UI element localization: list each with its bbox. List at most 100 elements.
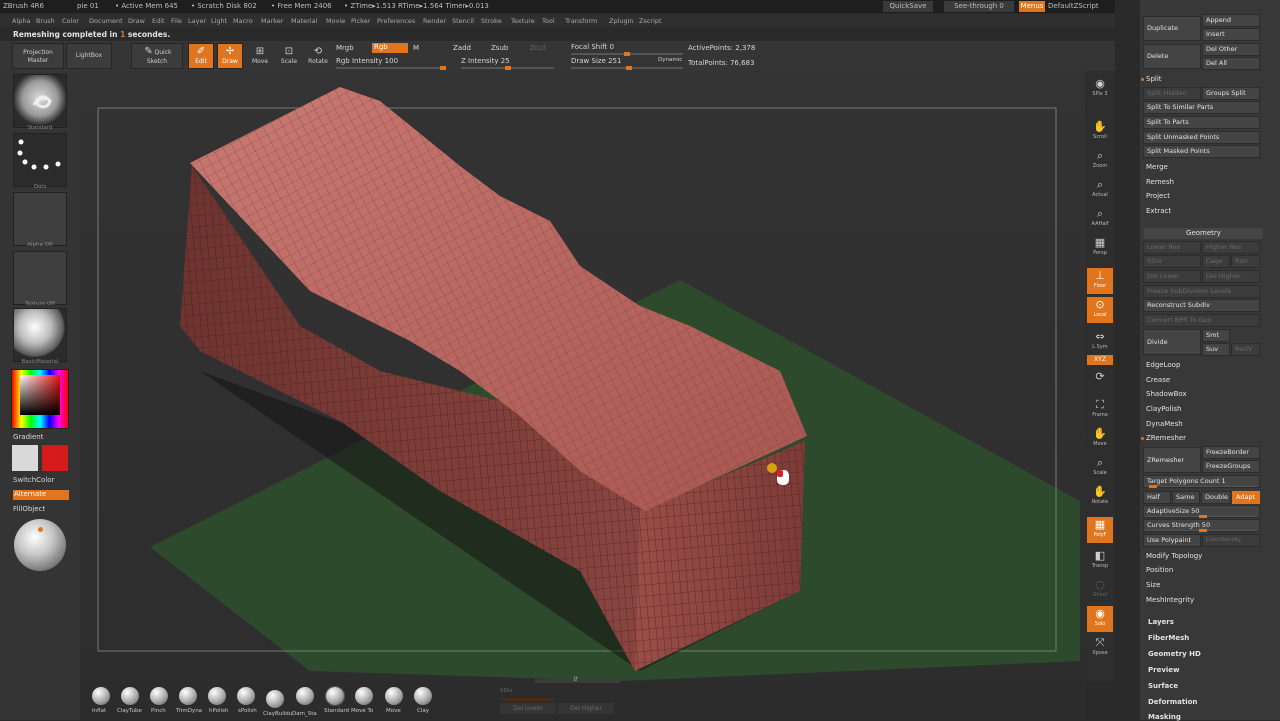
draw-size-slider[interactable]: Draw Size 251 — [571, 57, 621, 65]
groups-split-button[interactable]: Groups Split — [1202, 87, 1260, 100]
stroke-thumbnail[interactable] — [13, 133, 67, 187]
color-density-slider[interactable]: ColorDensity — [1202, 534, 1260, 547]
secondary-color-swatch[interactable] — [42, 445, 68, 471]
del-other-button[interactable]: Del Other — [1202, 43, 1260, 56]
rotate-button[interactable]: ⟲ Rotate — [305, 43, 331, 69]
edgeloop-section[interactable]: EdgeLoop — [1146, 361, 1180, 369]
crease-section[interactable]: Crease — [1146, 376, 1170, 384]
claypolish-section[interactable]: ClayPolish — [1146, 405, 1182, 413]
half-button[interactable]: Half — [1143, 491, 1171, 504]
fill-object-button[interactable]: FillObject — [13, 505, 45, 513]
fibermesh-header[interactable]: FiberMesh — [1148, 634, 1189, 642]
spolish-brush-icon[interactable] — [237, 687, 255, 705]
menus-button[interactable]: Menus — [1019, 1, 1045, 12]
persp-button[interactable]: ▦ Persp — [1087, 235, 1113, 261]
mrgb-button[interactable]: Mrgb — [336, 44, 354, 52]
surface-header[interactable]: Surface — [1148, 682, 1178, 690]
split-masked-points-button[interactable]: Split Masked Points — [1143, 145, 1260, 158]
sdiv-slider-bottom[interactable]: SDiv — [500, 688, 620, 698]
default-zscript-button[interactable]: DefaultZScript — [1048, 2, 1099, 10]
preview-header[interactable]: Preview — [1148, 666, 1180, 674]
zremesher-header[interactable]: ZRemesher — [1140, 434, 1186, 442]
brush-thumbnail[interactable] — [13, 74, 67, 128]
switch-color-button[interactable]: SwitchColor — [13, 476, 54, 484]
color-picker[interactable] — [11, 369, 69, 429]
right-tray-divider[interactable] — [1115, 0, 1140, 720]
shadowbox-section[interactable]: ShadowBox — [1146, 390, 1187, 398]
merge-section[interactable]: Merge — [1146, 163, 1168, 171]
aahalf-button[interactable]: ⌕ AAHalf — [1087, 206, 1113, 232]
collapse-arrow-icon[interactable]: ⇵ — [573, 676, 578, 683]
draw-button[interactable]: ✢ Draw — [217, 43, 243, 69]
color-saturation-box[interactable] — [20, 375, 60, 415]
alpha-thumbnail[interactable] — [13, 192, 67, 246]
same-button[interactable]: Same — [1172, 491, 1200, 504]
menu-file[interactable]: File — [171, 17, 182, 25]
xyz-button[interactable]: XYZ — [1087, 355, 1113, 365]
del-lower-button-bottom[interactable]: Del Lower — [500, 703, 556, 714]
inflat-brush-icon[interactable] — [92, 687, 110, 705]
solo-button[interactable]: ◉ Solo — [1087, 606, 1113, 632]
adapt-toggle[interactable]: Adapt — [1232, 491, 1260, 504]
zcut-button[interactable]: Zcut — [530, 44, 546, 52]
size-section[interactable]: Size — [1146, 581, 1160, 589]
focal-shift-track[interactable] — [571, 52, 683, 56]
claybuildup-brush-icon[interactable] — [266, 690, 284, 708]
duplicate-button[interactable]: Duplicate — [1143, 16, 1201, 41]
moveto-brush-icon[interactable] — [355, 687, 373, 705]
position-section[interactable]: Position — [1146, 566, 1173, 574]
gradient-toggle[interactable]: Gradient — [13, 433, 43, 441]
adaptive-size-handle[interactable] — [1199, 515, 1207, 518]
edit-button[interactable]: ✐ Edit — [188, 43, 214, 69]
standard-brush-icon-shelf[interactable] — [325, 686, 345, 706]
cage-button[interactable]: Cage — [1202, 255, 1230, 268]
reconstruct-subdiv-button[interactable]: Reconstruct Subdiv — [1143, 299, 1260, 312]
quick-sketch-button[interactable]: ✎ Quick Sketch — [131, 43, 183, 69]
geometry-hd-header[interactable]: Geometry HD — [1148, 650, 1201, 658]
menu-marker[interactable]: Marker — [261, 17, 283, 25]
floor-button[interactable]: ⊥ Floor — [1087, 268, 1113, 294]
layers-header[interactable]: Layers — [1148, 618, 1174, 626]
menu-layer[interactable]: Layer — [188, 17, 206, 25]
menu-picker[interactable]: Picker — [351, 17, 370, 25]
split-unmasked-points-button[interactable]: Split Unmasked Points — [1143, 131, 1260, 144]
texture-thumbnail[interactable] — [13, 251, 67, 305]
suv-toggle[interactable]: Suv — [1202, 343, 1230, 356]
damstandard-brush-icon[interactable] — [296, 687, 314, 705]
quicksave-button[interactable]: QuickSave — [883, 1, 933, 12]
divide-button[interactable]: Divide — [1143, 329, 1201, 355]
zoom-button[interactable]: ⌕ Zoom — [1087, 148, 1113, 174]
rgb-intensity-slider[interactable]: Rgb Intensity 100 — [336, 57, 398, 65]
z-intensity-handle[interactable] — [505, 66, 511, 70]
append-button[interactable]: Append — [1202, 14, 1260, 27]
transp-button[interactable]: ◧ Transp — [1087, 548, 1113, 574]
projection-master-button[interactable]: Projection Master — [12, 43, 64, 69]
scale-view-button[interactable]: ⌕ Scale — [1087, 455, 1113, 481]
del-all-button[interactable]: Del All — [1202, 57, 1260, 70]
menu-brush[interactable]: Brush — [36, 17, 55, 25]
light-position-dot[interactable] — [38, 527, 43, 532]
convert-bpr-button[interactable]: Convert BPR To Geo — [1143, 314, 1260, 327]
menu-color[interactable]: Color — [62, 17, 79, 25]
pinch-brush-icon[interactable] — [150, 687, 168, 705]
rgb-button[interactable]: Rgb — [372, 43, 408, 53]
menu-zplugin[interactable]: Zplugin — [609, 17, 634, 25]
3d-model-render[interactable] — [80, 71, 1085, 681]
local-button[interactable]: ⊙ Local — [1087, 297, 1113, 323]
del-lower-button[interactable]: Del Lower — [1143, 270, 1201, 283]
z-intensity-track[interactable] — [461, 66, 554, 70]
menu-preferences[interactable]: Preferences — [377, 17, 415, 25]
geometry-header[interactable]: Geometry — [1144, 228, 1263, 239]
curves-strength-handle[interactable] — [1199, 529, 1207, 532]
menu-render[interactable]: Render — [423, 17, 446, 25]
lightbox-button[interactable]: LightBox — [66, 43, 112, 69]
split-hidden-button[interactable]: Split Hidden — [1143, 87, 1201, 100]
menu-stencil[interactable]: Stencil — [452, 17, 474, 25]
zremesher-button[interactable]: ZRemesher — [1143, 447, 1201, 473]
delete-button[interactable]: Delete — [1143, 44, 1201, 69]
rgb-intensity-track[interactable] — [336, 66, 446, 70]
bpr-button[interactable]: ◉ SPix 3 — [1087, 76, 1113, 102]
menu-transform[interactable]: Transform — [565, 17, 597, 25]
deformation-header[interactable]: Deformation — [1148, 698, 1197, 706]
menu-stroke[interactable]: Stroke — [481, 17, 502, 25]
